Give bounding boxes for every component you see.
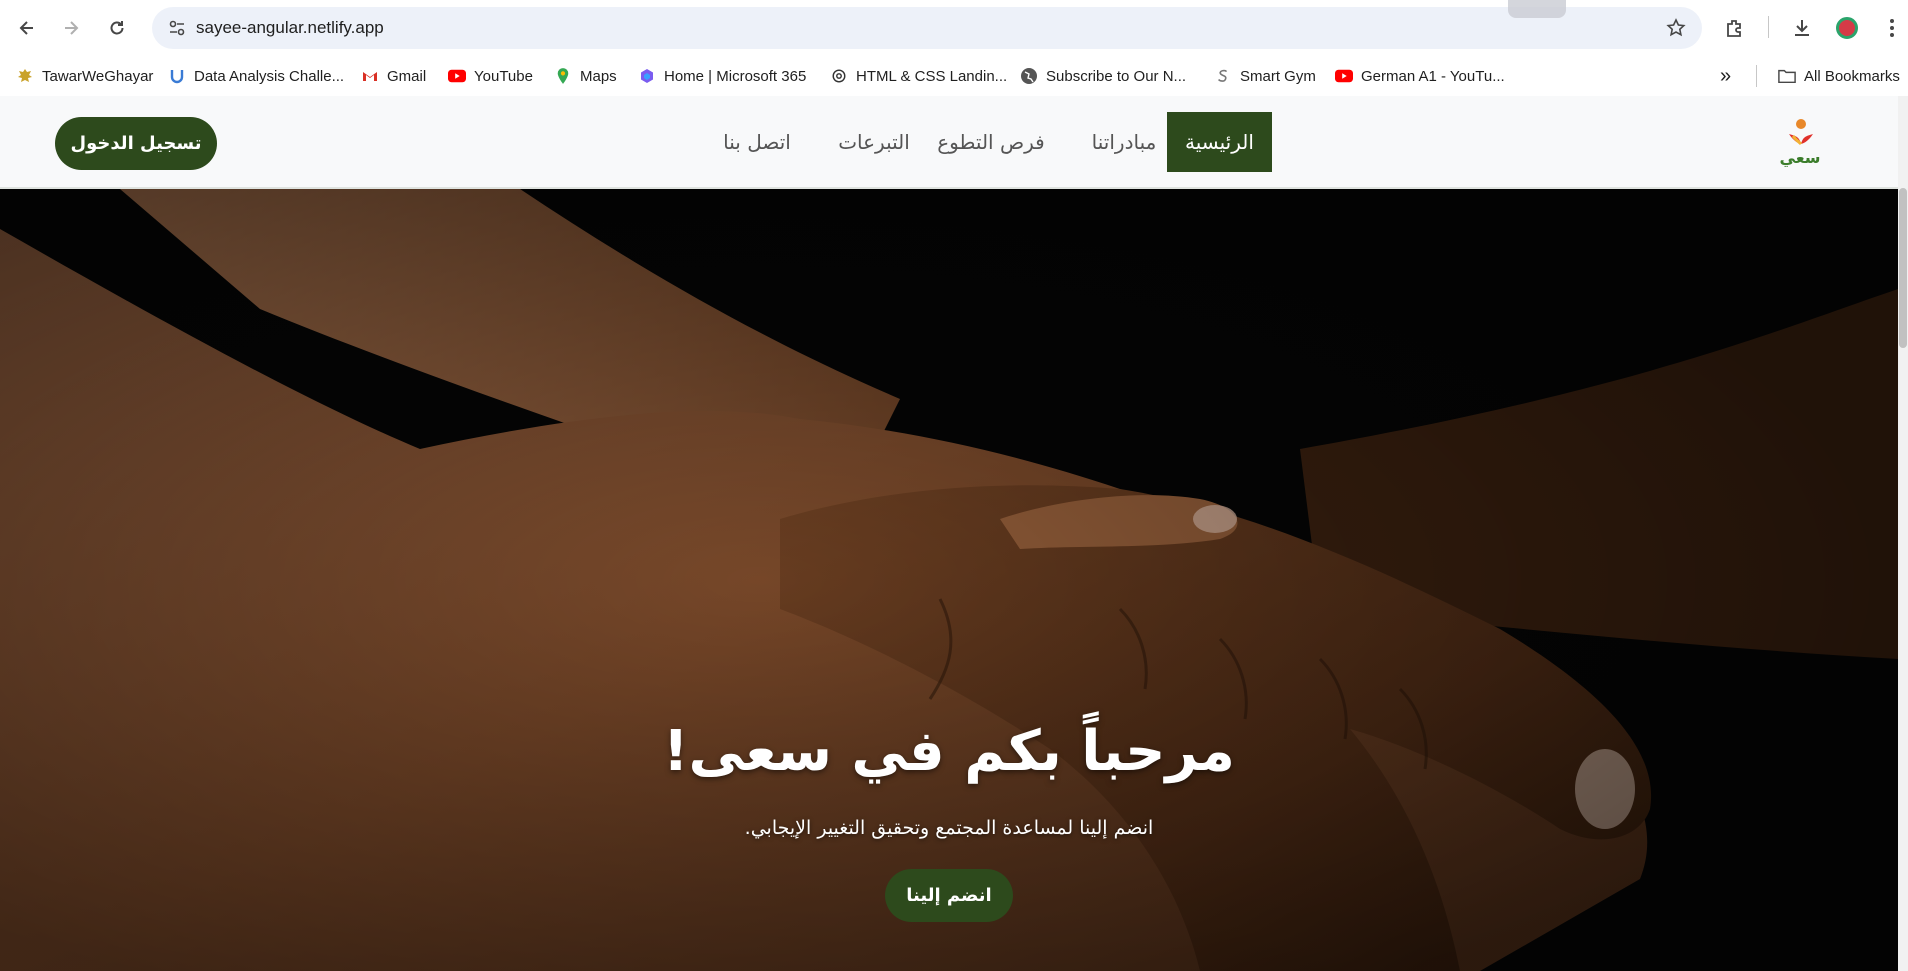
bookmark-star-icon[interactable]: [1664, 16, 1688, 40]
microsoft365-icon: [638, 67, 656, 85]
page-scrollbar[interactable]: [1898, 96, 1908, 971]
profile-avatar[interactable]: [1831, 12, 1863, 44]
extensions-icon[interactable]: [1719, 12, 1751, 44]
reload-icon: [110, 21, 124, 35]
back-button[interactable]: [9, 10, 45, 46]
site-header: تسجيل الدخول اتصل بنا التبرعات فرص التطو…: [0, 96, 1898, 189]
more-bookmarks-button[interactable]: »: [1720, 64, 1731, 88]
url-text[interactable]: sayee-angular.netlify.app: [196, 18, 384, 38]
join-us-button[interactable]: انضم إلينا: [885, 869, 1013, 922]
globe-icon: [1020, 67, 1038, 85]
bookmark-label: Smart Gym: [1240, 67, 1316, 85]
bookmark-label: Subscribe to Our N...: [1046, 67, 1187, 85]
bookmark-label: Maps: [580, 67, 617, 85]
bookmark-tawarweghayar[interactable]: TawarWeGhayar: [16, 64, 153, 88]
bookmark-microsoft365[interactable]: Home | Microsoft 365: [638, 64, 806, 88]
bookmark-data-analysis[interactable]: Data Analysis Challe...: [168, 64, 344, 88]
forward-arrow-icon: [65, 21, 79, 35]
bookmark-label: Gmail: [387, 67, 427, 85]
back-arrow-icon: [19, 21, 33, 35]
browser-toolbar: sayee-angular.netlify.app: [0, 0, 1908, 56]
address-bar[interactable]: sayee-angular.netlify.app: [152, 7, 1702, 49]
svg-text:سعي: سعي: [1780, 148, 1821, 168]
site-logo[interactable]: سعي: [1775, 116, 1825, 168]
website-viewport: تسجيل الدخول اتصل بنا التبرعات فرص التطو…: [0, 96, 1908, 971]
openai-icon: [830, 67, 848, 85]
reload-button[interactable]: [99, 10, 135, 46]
downloads-icon[interactable]: [1786, 12, 1818, 44]
nav-home[interactable]: الرئيسية: [1167, 112, 1272, 172]
forward-button[interactable]: [53, 10, 89, 46]
youtube-icon: [1335, 67, 1353, 85]
all-bookmarks-button[interactable]: All Bookmarks: [1778, 64, 1900, 88]
edit-pill-icon: [1508, 0, 1566, 18]
bookmark-label: Home | Microsoft 365: [664, 67, 807, 85]
maps-pin-icon: [554, 67, 572, 85]
all-bookmarks-label: All Bookmarks: [1804, 67, 1900, 85]
egypt-eagle-icon: [16, 67, 34, 85]
bookmark-gmail[interactable]: Gmail: [361, 64, 426, 88]
folder-icon: [1778, 67, 1796, 85]
bookmark-label: TawarWeGhayar: [42, 67, 154, 85]
hero-section: مرحباً بكم في سعى! انضم إلينا لمساعدة ال…: [0, 189, 1898, 971]
bookmark-label: YouTube: [474, 67, 533, 85]
nav-volunteer[interactable]: فرص التطوع: [930, 112, 1052, 172]
hero-title: مرحباً بكم في سعى!: [663, 719, 1235, 784]
nav-contact[interactable]: اتصل بنا: [712, 112, 802, 172]
site-info-icon[interactable]: [162, 13, 192, 43]
udemy-icon: [168, 67, 186, 85]
gmail-icon: [361, 67, 379, 85]
bookmark-youtube[interactable]: YouTube: [448, 64, 533, 88]
youtube-icon: [448, 67, 466, 85]
bookmark-smart-gym[interactable]: Smart Gym: [1214, 64, 1316, 88]
bookmark-subscribe[interactable]: Subscribe to Our N...: [1020, 64, 1186, 88]
bookmarks-bar: TawarWeGhayar Data Analysis Challe... Gm…: [0, 56, 1908, 96]
bookmark-label: Data Analysis Challe...: [194, 67, 345, 85]
nav-initiatives[interactable]: مبادراتنا: [1073, 112, 1175, 172]
bookmark-german-a1[interactable]: German A1 - YouTu...: [1335, 64, 1505, 88]
bookmark-label: German A1 - YouTu...: [1361, 67, 1505, 85]
hero-handshake-image: [0, 189, 1898, 971]
bookmark-html-css[interactable]: HTML & CSS Landin...: [830, 64, 1007, 88]
bookmark-label: HTML & CSS Landin...: [856, 67, 1008, 85]
bookmark-maps[interactable]: Maps: [554, 64, 617, 88]
chrome-menu-icon[interactable]: [1876, 12, 1908, 44]
scrollbar-thumb[interactable]: [1899, 188, 1907, 348]
s-logo-icon: [1214, 67, 1232, 85]
login-button[interactable]: تسجيل الدخول: [55, 117, 217, 170]
hero-subtitle: انضم إلينا لمساعدة المجتمع وتحقيق التغيي…: [744, 817, 1154, 839]
nav-donations[interactable]: التبرعات: [824, 112, 924, 172]
